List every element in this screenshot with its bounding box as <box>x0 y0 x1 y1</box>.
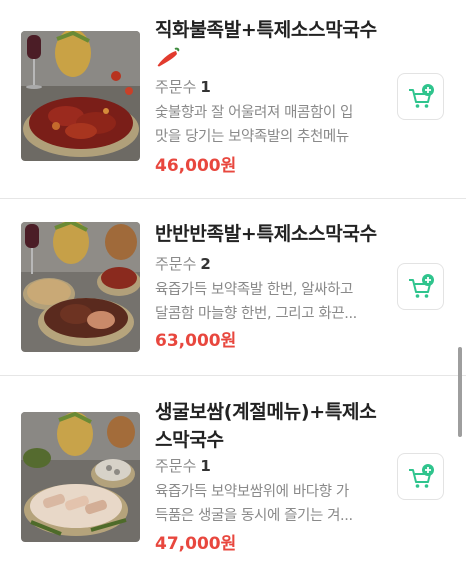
menu-item-name-text: 직화불족발+특제소스막국수 <box>155 19 377 41</box>
menu-item-price: 46,000원 <box>155 156 237 176</box>
add-to-cart-icon <box>408 273 434 298</box>
menu-item-description: 육즙가득 보약보쌈위에 바다향 가 득품은 생굴을 동시에 즐기는 겨... <box>155 480 375 528</box>
order-count: 주문수 1 <box>155 77 211 97</box>
menu-item-name: 반반반족발+특제소스막국수 <box>155 223 377 245</box>
description-line: 득품은 생굴을 동시에 즐기는 겨... <box>155 508 353 524</box>
scrollbar-thumb[interactable] <box>458 347 462 437</box>
menu-item-name: 직화불족발+특제소스막국수 <box>155 16 380 68</box>
description-line: 맛을 당기는 보약족발의 추천메뉴 <box>155 129 349 145</box>
add-to-cart-button[interactable] <box>397 73 444 120</box>
description-line: 육즙가득 보약족발 한번, 알싸하고 <box>155 282 353 298</box>
order-count-value: 2 <box>200 255 211 273</box>
menu-item-3[interactable]: 생굴보쌈(계절메뉴)+특제소 스막국수 주문수 1 육즙가득 보약보쌈위에 바다향… <box>0 376 466 576</box>
description-line: 숯불향과 잘 어울려져 매콤함이 입 <box>155 105 353 121</box>
description-line: 육즙가득 보약보쌈위에 바다향 가 <box>155 484 349 500</box>
order-count-value: 1 <box>200 457 211 475</box>
menu-item-price: 63,000원 <box>155 331 237 351</box>
order-count-label: 주문수 <box>155 78 197 96</box>
menu-item-description: 육즙가득 보약족발 한번, 알싸하고 달콤함 마늘향 한번, 그리고 화끈... <box>155 278 375 326</box>
food-image-oyster-bossam[interactable] <box>21 412 140 542</box>
order-count-label: 주문수 <box>155 457 197 475</box>
menu-item-price: 47,000원 <box>155 534 237 554</box>
add-to-cart-icon <box>408 83 434 108</box>
add-to-cart-icon <box>408 463 434 488</box>
menu-item-description: 숯불향과 잘 어울려져 매콤함이 입 맛을 당기는 보약족발의 추천메뉴 <box>155 101 375 149</box>
menu-item-2[interactable]: 반반반족발+특제소스막국수 주문수 2 육즙가득 보약족발 한번, 알싸하고 달콤… <box>0 199 466 375</box>
description-line: 달콤함 마늘향 한번, 그리고 화끈... <box>155 306 357 322</box>
order-count-value: 1 <box>200 78 211 96</box>
menu-item-1[interactable]: 직화불족발+특제소스막국수 주문수 1 숯불향과 잘 어울려져 매콤함이 입 맛을… <box>0 0 466 198</box>
chili-pepper-icon <box>157 47 180 67</box>
order-count: 주문수 2 <box>155 254 211 274</box>
menu-item-name-line: 스막국수 <box>155 429 224 451</box>
order-count-label: 주문수 <box>155 255 197 273</box>
add-to-cart-button[interactable] <box>397 263 444 310</box>
food-image-half-jokbal[interactable] <box>21 222 140 352</box>
order-count: 주문수 1 <box>155 456 211 476</box>
add-to-cart-button[interactable] <box>397 453 444 500</box>
menu-item-name: 생굴보쌈(계절메뉴)+특제소 스막국수 <box>155 398 380 454</box>
food-image-spicy-jokbal[interactable] <box>21 31 140 161</box>
menu-item-name-line: 생굴보쌈(계절메뉴)+특제소 <box>155 401 377 423</box>
